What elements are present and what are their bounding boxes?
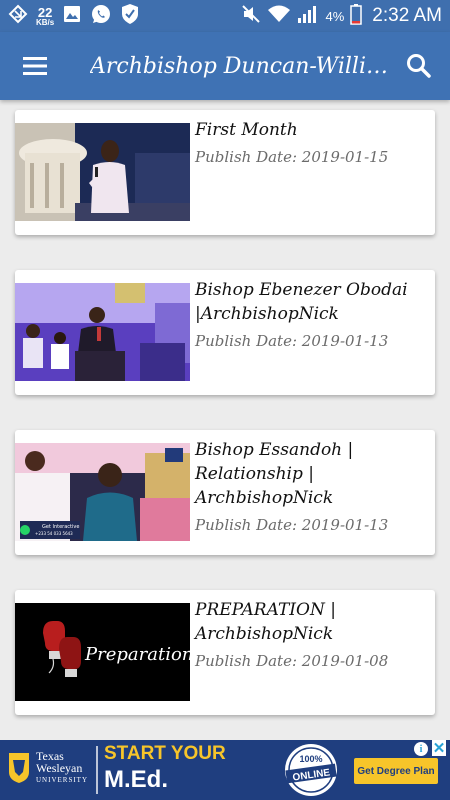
video-title[interactable]: PREPARATION | ArchbishopNick	[195, 598, 429, 646]
signal-icon	[297, 4, 319, 28]
publish-date: Publish Date: 2019-01-13	[195, 332, 389, 350]
app-bar: Archbishop Duncan-Williams	[0, 32, 450, 100]
ad-divider	[96, 746, 98, 794]
image-icon	[62, 4, 82, 28]
status-bar: 22 KB/s 4% 2:32 AM	[0, 0, 450, 32]
clock: 2:32 AM	[372, 5, 442, 26]
video-title[interactable]: Bishop Ebenezer Obodai |ArchbishopNick	[195, 278, 429, 326]
notification-icon	[8, 4, 28, 28]
ad-online-badge: 100% ONLINE	[278, 742, 344, 800]
ad-school-name-3: UNIVERSITY	[36, 776, 88, 784]
publish-date: Publish Date: 2019-01-08	[195, 652, 389, 670]
ad-headline: START YOUR	[104, 743, 226, 764]
search-icon	[407, 54, 431, 78]
ad-banner[interactable]: Texas Wesleyan UNIVERSITY START YOUR M.E…	[0, 740, 450, 800]
whatsapp-icon	[90, 3, 112, 29]
video-card[interactable]: Bishop Ebenezer Obodai |ArchbishopNick P…	[15, 270, 435, 395]
battery-percent: 4%	[325, 8, 345, 24]
network-speed: 22 KB/s	[36, 4, 55, 27]
video-thumbnail[interactable]: Get Interactive +233 54 033 5643	[15, 443, 190, 541]
ad-logo: Texas Wesleyan UNIVERSITY	[8, 750, 88, 786]
video-title[interactable]: Bishop Essandoh | Relationship | Archbis…	[195, 438, 429, 510]
publish-date: Publish Date: 2019-01-13	[195, 516, 389, 534]
hamburger-menu-icon	[23, 57, 47, 75]
search-button[interactable]	[402, 49, 436, 83]
school-crest-icon	[9, 753, 29, 783]
ad-close-icon[interactable]: ✕	[432, 740, 446, 757]
thumbnail-caption: Preparation	[84, 644, 190, 665]
battery-icon	[350, 3, 363, 29]
ad-cta-button[interactable]: Get Degree Plan	[354, 758, 438, 784]
video-list[interactable]: First Month Publish Date: 2019-01-15 Bis…	[0, 100, 450, 740]
video-title[interactable]: First Month	[195, 118, 429, 142]
menu-button[interactable]	[0, 32, 70, 100]
video-thumbnail[interactable]: Preparation	[15, 603, 190, 701]
mute-icon	[241, 4, 261, 28]
shield-icon	[120, 3, 140, 29]
video-card[interactable]: Preparation PREPARATION | ArchbishopNick…	[15, 590, 435, 715]
ad-info-icon[interactable]: i	[414, 742, 428, 756]
video-card[interactable]: First Month Publish Date: 2019-01-15	[15, 110, 435, 235]
ad-badge-top: 100%	[299, 754, 322, 764]
video-card[interactable]: Get Interactive +233 54 033 5643 Bishop …	[15, 430, 435, 555]
thumbnail-caption-1: Get Interactive	[42, 524, 79, 530]
video-thumbnail[interactable]	[15, 283, 190, 381]
thumbnail-caption-2: +233 54 033 5643	[35, 531, 73, 536]
publish-date: Publish Date: 2019-01-15	[195, 148, 389, 166]
ad-subheadline: M.Ed.	[104, 766, 168, 793]
ad-school-name-2: Wesleyan	[36, 761, 83, 775]
video-thumbnail[interactable]	[15, 123, 190, 221]
app-title: Archbishop Duncan-Williams	[90, 53, 390, 79]
wifi-icon	[267, 4, 291, 28]
